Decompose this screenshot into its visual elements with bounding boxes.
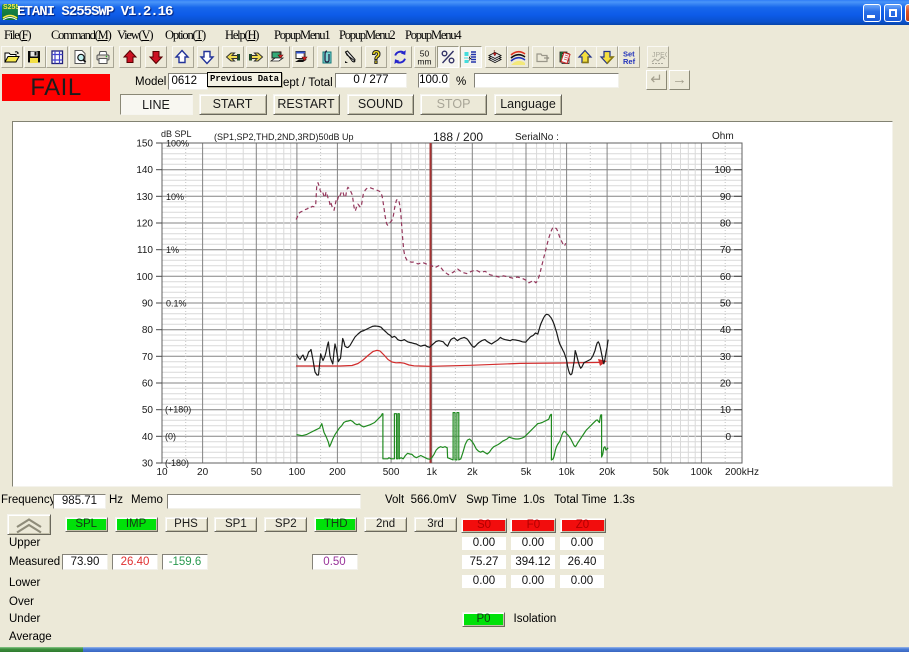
svg-text:0: 0	[725, 432, 731, 443]
svg-text:110: 110	[137, 245, 153, 256]
svg-text:200kHz: 200kHz	[725, 467, 759, 478]
svg-text:1%: 1%	[166, 245, 179, 255]
svg-text:(+180): (+180)	[165, 405, 191, 415]
svg-text:90: 90	[720, 192, 732, 203]
svg-text:SerialNo :: SerialNo :	[515, 132, 559, 143]
svg-text:40: 40	[720, 325, 732, 336]
svg-text:70: 70	[720, 245, 732, 256]
svg-text:130: 130	[136, 192, 153, 203]
svg-text:5k: 5k	[521, 467, 533, 478]
svg-text:20: 20	[720, 379, 732, 390]
svg-text:150: 150	[136, 139, 153, 150]
svg-text:20: 20	[197, 467, 209, 478]
svg-text:60: 60	[142, 379, 154, 390]
svg-text:100: 100	[136, 272, 153, 283]
svg-text:140: 140	[136, 165, 153, 176]
svg-text:2k: 2k	[467, 467, 479, 478]
svg-text:188 / 200: 188 / 200	[433, 130, 483, 144]
svg-text:1k: 1k	[426, 467, 438, 478]
svg-text:100k: 100k	[691, 467, 714, 478]
svg-text:(0): (0)	[165, 431, 176, 441]
svg-text:120: 120	[136, 219, 153, 230]
svg-text:50: 50	[251, 467, 263, 478]
svg-text:(SP1,SP2,THD,2ND,3RD)50dB Up: (SP1,SP2,THD,2ND,3RD)50dB Up	[214, 132, 354, 142]
svg-text:40: 40	[142, 432, 154, 443]
svg-text:50k: 50k	[653, 467, 670, 478]
svg-text:10: 10	[720, 405, 732, 416]
svg-text:30: 30	[142, 459, 154, 470]
svg-text:30: 30	[720, 352, 732, 363]
svg-text:(-180): (-180)	[165, 458, 189, 468]
svg-text:Ohm: Ohm	[712, 131, 734, 142]
svg-text:20k: 20k	[599, 467, 616, 478]
svg-text:60: 60	[720, 272, 732, 283]
svg-text:10: 10	[156, 467, 168, 478]
svg-text:0.1%: 0.1%	[166, 299, 187, 309]
svg-text:10%: 10%	[166, 192, 184, 202]
svg-text:50: 50	[720, 299, 732, 310]
svg-text:80: 80	[142, 325, 154, 336]
svg-text:50: 50	[142, 405, 154, 416]
svg-text:200: 200	[329, 467, 346, 478]
svg-text:90: 90	[142, 299, 154, 310]
svg-text:JPEG: JPEG	[652, 52, 667, 59]
svg-text:Ref: Ref	[623, 57, 636, 66]
svg-text:70: 70	[142, 352, 154, 363]
svg-text:500: 500	[383, 467, 400, 478]
svg-text:mm: mm	[417, 56, 431, 66]
svg-text:100%: 100%	[166, 139, 189, 149]
svg-text:10k: 10k	[559, 467, 576, 478]
svg-text:dB SPL: dB SPL	[161, 129, 192, 139]
svg-text:80: 80	[720, 219, 732, 230]
svg-text:100: 100	[714, 165, 731, 176]
svg-text:100: 100	[289, 467, 306, 478]
